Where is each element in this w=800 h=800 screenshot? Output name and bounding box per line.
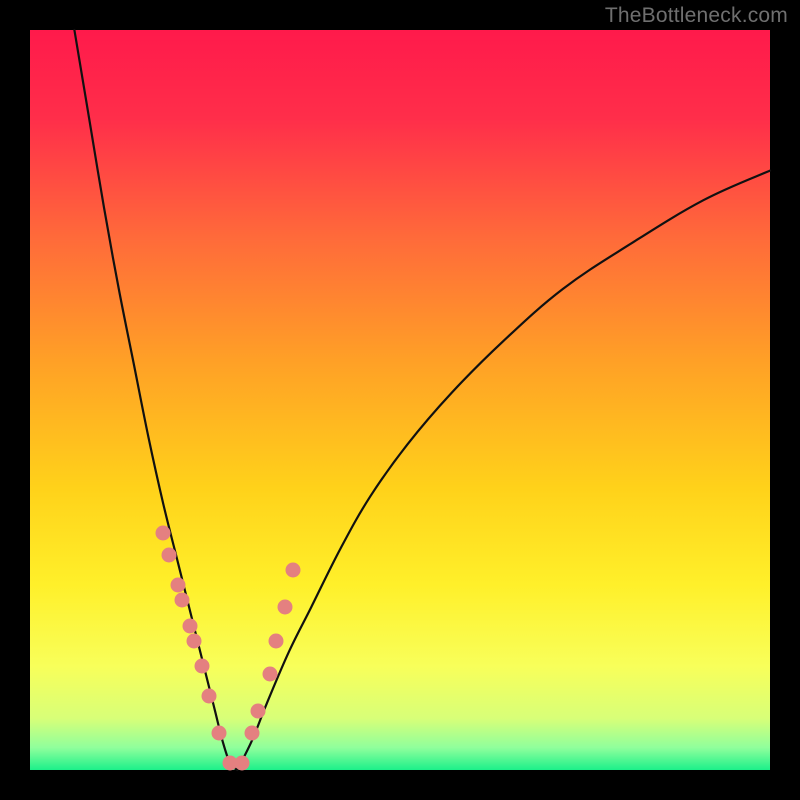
sample-dot [245,726,260,741]
sample-dot [268,633,283,648]
sample-dot [277,600,292,615]
sample-dot [182,618,197,633]
sample-dot [171,578,186,593]
sample-dot [234,755,249,770]
sample-dot [250,703,265,718]
sample-dot [156,526,171,541]
sample-dot [187,633,202,648]
sample-dot [162,548,177,563]
sample-dot [286,563,301,578]
sample-dot [212,726,227,741]
sample-dot [175,592,190,607]
sample-dot [262,666,277,681]
curve-left-branch [74,30,237,770]
curve-layer [0,0,800,800]
sample-dot [194,659,209,674]
curve-right-branch [237,171,770,770]
sample-dot [202,689,217,704]
chart-stage: TheBottleneck.com [0,0,800,800]
watermark-text: TheBottleneck.com [605,4,788,28]
